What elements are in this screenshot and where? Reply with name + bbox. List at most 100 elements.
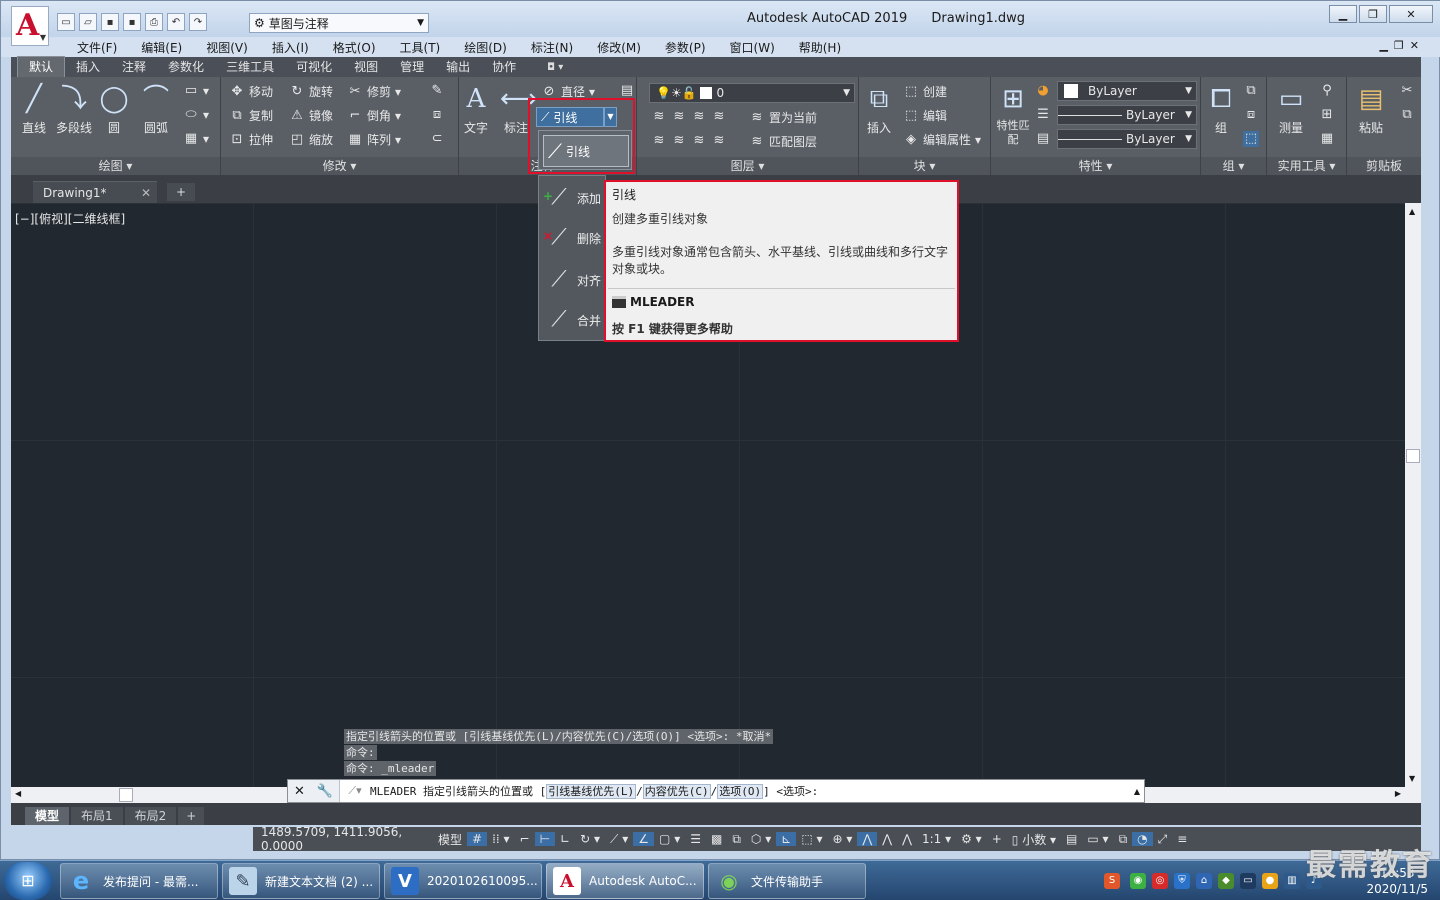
taskbar-item-notepad[interactable]: ✎ 新建文本文档 (2) ... [222,863,380,899]
save-icon[interactable]: ▪ [101,13,119,31]
color-dropdown[interactable]: ByLayer ▼ [1057,81,1197,101]
document-window-controls[interactable]: ▁❐✕ [1379,39,1425,52]
undo-icon[interactable]: ↶ [167,13,185,31]
line-button[interactable]: ╱ 直线 [17,83,51,136]
table-button[interactable]: ▤ [619,83,635,99]
menu-tools[interactable]: 工具(T) [388,39,453,56]
erase-button[interactable]: ✎ [429,83,445,99]
close-tab-icon[interactable]: ✕ [141,182,151,204]
create-block-button[interactable]: ⬚ 创建 [903,83,947,100]
stretch-button[interactable]: ⊡ 拉伸 [229,131,273,148]
new-file-icon[interactable]: ▭ [57,13,75,31]
move-button[interactable]: ✥ 移动 [229,83,273,100]
qq-icon[interactable]: ● [1262,873,1278,889]
annotation-visibility-icon[interactable]: ⋀ [857,832,878,846]
polar-tracking-icon[interactable]: ↻ ▾ [575,832,605,846]
panel-title-properties[interactable]: 特性 ▾ [991,157,1200,175]
boundary-button[interactable]: ▦ ▾ [183,131,209,147]
panel-title-clipboard[interactable]: 剪贴板 [1347,157,1421,175]
panel-title-modify[interactable]: 修改 ▾ [221,157,458,175]
workspace-dropdown[interactable]: ⚙ 草图与注释 ▼ [249,13,429,33]
option-content-first[interactable]: 内容优先(C) [642,784,711,799]
layer-tools-row2[interactable]: ≋ ≋ ≋ ≋ [651,133,727,149]
object-snap-icon[interactable]: ▢ ▾ [654,832,685,846]
close-button[interactable]: ✕ [1389,5,1433,23]
taskbar-item-wechat[interactable]: ◉ 文件传输助手 [708,863,866,899]
transparency-icon[interactable]: ▩ [706,832,727,846]
scroll-thumb[interactable] [1406,449,1420,463]
panel-title-draw[interactable]: 绘图 ▾ [11,157,220,175]
print-icon[interactable]: ⎙ [145,13,163,31]
3d-osnap-icon[interactable]: ⬡ ▾ [746,832,776,846]
weibo-icon[interactable]: ◎ [1152,873,1168,889]
edit-block-button[interactable]: ⬚ 编辑 [903,107,947,124]
tab-view[interactable]: 视图 [343,57,389,77]
tab-insert[interactable]: 插入 [65,57,111,77]
maximize-button[interactable]: ❐ [1359,5,1387,23]
isolate-objects-icon[interactable]: ⧉ [1114,832,1133,847]
insert-block-button[interactable]: ⧉ 插入 [861,83,897,136]
rotate-button[interactable]: ↻ 旋转 [289,83,333,100]
align-leader-button[interactable]: ⟋ 对齐 [543,262,609,298]
ribbon-minimize-icon[interactable]: ◘ ▾ [547,62,563,73]
trim-button[interactable]: ✂ 修剪 ▾ [347,83,402,100]
redo-icon[interactable]: ↷ [189,13,207,31]
color-wheel-icon[interactable]: ◕ [1035,83,1051,99]
group-button[interactable]: ⧠ 组 [1203,83,1239,136]
menu-modify[interactable]: 修改(M) [585,39,653,56]
group-select-icon[interactable]: ⬚ [1243,131,1259,147]
annotation-monitor-icon[interactable]: + [987,832,1007,846]
layer-tools-row1[interactable]: ≋ ≋ ≋ ≋ [651,109,727,125]
fillet-button[interactable]: ⌐ 倒角 ▾ [347,107,402,124]
lineweight-toggle-icon[interactable]: ☰ [685,832,706,846]
rectangle-button[interactable]: ▭ ▾ [183,83,209,99]
tab-visualize[interactable]: 可视化 [285,57,343,77]
copy-button[interactable]: ⧉ 复制 [229,107,273,124]
units-dropdown[interactable]: ▯ 小数 ▾ [1007,831,1061,848]
layer-dropdown[interactable]: 💡☀🔓 0 ▼ [649,83,855,103]
wechat-tray-icon[interactable]: ◉ [1130,873,1146,889]
polyline-button[interactable]: ⤵ 多段线 [55,83,93,136]
save-as-icon[interactable]: ▪ [123,13,141,31]
clean-screen-icon[interactable]: ⤢ [1153,832,1173,847]
add-layout-button[interactable]: + [178,807,205,825]
application-menu-button[interactable]: A ▼ [11,6,49,46]
tab-parametric[interactable]: 参数化 [157,57,215,77]
viewport-controls[interactable]: [−][俯视][二维线框] [15,210,125,227]
scroll-up-icon[interactable]: ▲ [1409,207,1415,216]
panel-title-utilities[interactable]: 实用工具 ▾ [1267,157,1346,175]
tab-home[interactable]: 默认 [17,56,66,78]
paste-button[interactable]: ▤ 粘贴 [1351,83,1391,136]
chevron-up-icon[interactable]: ▲ [1134,787,1144,796]
match-layer-button[interactable]: ≋ 匹配图层 [749,133,817,150]
option-leader-first[interactable]: 引线基线优先(L) [546,784,637,799]
network-drive-icon[interactable]: ⌂ [1196,873,1212,889]
model-space-button[interactable]: 模型 [433,831,467,848]
selection-cycling-icon[interactable]: ⧉ [727,832,746,847]
scroll-down-icon[interactable]: ▼ [1409,774,1415,783]
dynamic-ucs-icon[interactable]: ⊾ [776,832,797,846]
tab-annotate[interactable]: 注释 [111,57,157,77]
display-icon[interactable]: ▭ [1240,873,1256,889]
add-leader-button[interactable]: + ⟋ 添加 [543,180,609,216]
file-tab-drawing1[interactable]: Drawing1* ✕ [33,181,157,203]
group-edit-icon[interactable]: ⧈ [1243,107,1259,123]
auto-scale-icon[interactable]: ⋀ [877,832,897,846]
explode-button[interactable]: ⧈ [429,107,445,123]
ortho-icon[interactable]: ∟ [555,832,575,846]
quick-properties-icon[interactable]: ▤ [1061,832,1082,846]
panel-title-block[interactable]: 块 ▾ [859,157,990,175]
ungroup-icon[interactable]: ⧉ [1243,83,1259,99]
annotation-scale-icon[interactable]: ⋀ [897,832,917,846]
menu-file[interactable]: 文件(F) [65,39,129,56]
tab-output[interactable]: 输出 [435,57,481,77]
nvidia-icon[interactable]: ◆ [1218,873,1234,889]
tab-layout2[interactable]: 布局2 [124,807,177,825]
array-button[interactable]: ▦ 阵列 ▾ [347,131,401,148]
lock-ui-icon[interactable]: ▭ ▾ [1082,832,1113,846]
start-button[interactable]: ⊞ [4,862,52,900]
scale-button[interactable]: ◰ 缩放 [289,131,333,148]
selection-filter-icon[interactable]: ⬚ ▾ [796,832,827,846]
open-file-icon[interactable]: ▱ [79,13,97,31]
taskbar-item-video[interactable]: V 2020102610095... [384,863,542,899]
